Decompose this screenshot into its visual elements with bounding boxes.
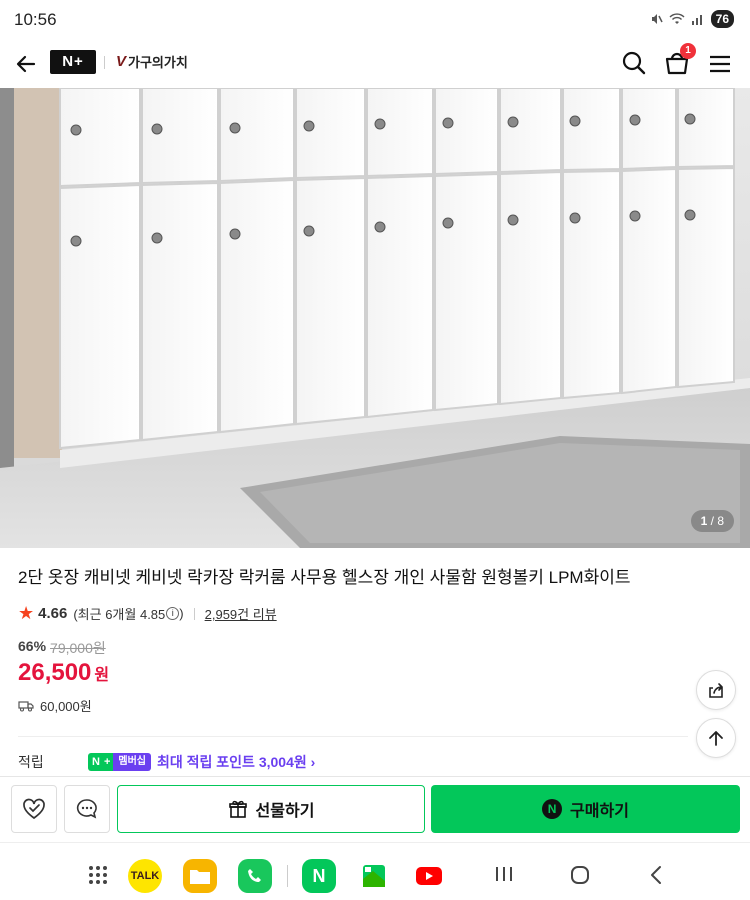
discount-rate: 66% [18, 638, 47, 654]
product-title: 2단 옷장 캐비넷 케비넷 락카장 락커룸 사무용 헬스장 개인 사물함 원형볼… [18, 568, 631, 587]
folder-icon [190, 870, 210, 884]
naver-plus-membership-badge: N + 멤버십 [88, 753, 151, 771]
badge-membership: 멤버십 [113, 753, 151, 771]
review-count-link[interactable]: 2,959건 리뷰 [205, 604, 277, 623]
info-icon[interactable]: i [166, 607, 180, 620]
rating-value: 4.66 [38, 605, 68, 622]
header-divider [104, 56, 105, 69]
max-points-text[interactable]: 최대 적립 포인트 3,004원 › [157, 752, 315, 772]
recent-rating: (최근 6개월 4.85 [73, 607, 166, 622]
naver-pay-icon: N [542, 799, 563, 819]
status-bar: 10:56 76 [0, 0, 750, 40]
signal-icon [691, 15, 702, 25]
heart-check-icon [23, 798, 45, 820]
battery-indicator: 76 [710, 10, 734, 28]
nav-back-icon[interactable] [648, 865, 664, 885]
status-time: 10:56 [14, 10, 57, 29]
recent-rating-close: ) [179, 606, 184, 621]
original-price: 79,000원 [50, 640, 106, 656]
shipping-fee-row: 60,000원 [18, 696, 92, 715]
brand-mark: V [116, 53, 127, 70]
wifi-icon [669, 13, 685, 24]
section-divider [18, 736, 688, 737]
points-label: 적립 [18, 754, 44, 770]
gift-button[interactable]: 선물하기 [117, 785, 425, 833]
youtube-app-icon[interactable] [412, 859, 446, 893]
cart-count-badge: 1 [680, 43, 696, 59]
discount-row: 66% 79,000원 [18, 638, 106, 658]
phone-app-icon[interactable] [238, 859, 272, 893]
gift-icon [228, 800, 247, 818]
product-photo [0, 88, 750, 548]
product-image-carousel[interactable]: 1 / 8 [0, 88, 750, 548]
hamburger-menu-icon[interactable] [706, 50, 734, 78]
wishlist-button[interactable] [11, 785, 57, 833]
top-header: N+ V 가구의가치 1 [0, 40, 750, 88]
phone-icon [248, 869, 261, 882]
rating-row: ★ 4.66 (최근 6개월 4.85 i ) 2,959건 리뷰 [18, 603, 277, 624]
naver-plus-logo[interactable]: N+ [50, 50, 96, 74]
brand-store-link[interactable]: V 가구의가치 [116, 52, 188, 71]
sale-price: 26,500 원 [18, 659, 109, 687]
purchase-action-bar: 선물하기 N 구매하기 [0, 776, 750, 842]
system-nav-bar: TALK N [0, 842, 750, 900]
recent-apps-icon[interactable] [494, 865, 514, 883]
dock-divider [287, 865, 288, 887]
buy-label: 구매하기 [570, 803, 629, 820]
arrow-up-icon [709, 731, 723, 746]
price-unit: 원 [94, 667, 110, 684]
naver-app-icon[interactable]: N [302, 859, 336, 893]
talktalk-button[interactable] [64, 785, 110, 833]
naver-maps-app-icon[interactable] [357, 859, 391, 893]
image-index: 1 [700, 514, 708, 528]
image-total: / 8 [710, 514, 724, 528]
map-icon [363, 865, 385, 887]
youtube-icon [416, 867, 442, 885]
back-arrow-icon[interactable] [12, 50, 40, 78]
status-icons: 76 [649, 10, 734, 28]
folder-app-icon[interactable] [183, 859, 217, 893]
mute-icon [651, 14, 663, 24]
search-icon[interactable] [620, 49, 648, 77]
delivery-truck-icon [18, 700, 34, 712]
badge-plus: + [103, 753, 114, 771]
rating-divider [193, 607, 195, 620]
buy-button[interactable]: N 구매하기 [431, 785, 740, 833]
app-drawer-icon[interactable] [88, 865, 108, 885]
share-button[interactable] [696, 670, 736, 710]
points-row[interactable]: 적립 N + 멤버십 최대 적립 포인트 3,004원 › [18, 752, 738, 772]
brand-name: 가구의가치 [128, 55, 188, 70]
price-value: 26,500 [18, 659, 92, 686]
badge-n: N [88, 753, 104, 771]
gift-label: 선물하기 [255, 803, 315, 820]
shipping-fee: 60,000원 [40, 699, 92, 714]
share-icon [709, 683, 723, 698]
image-page-counter: 1 / 8 [690, 510, 734, 532]
chat-bubble-icon [76, 799, 97, 819]
home-icon[interactable] [570, 865, 590, 885]
kakaotalk-app-icon[interactable]: TALK [128, 859, 162, 893]
star-icon: ★ [18, 603, 35, 623]
